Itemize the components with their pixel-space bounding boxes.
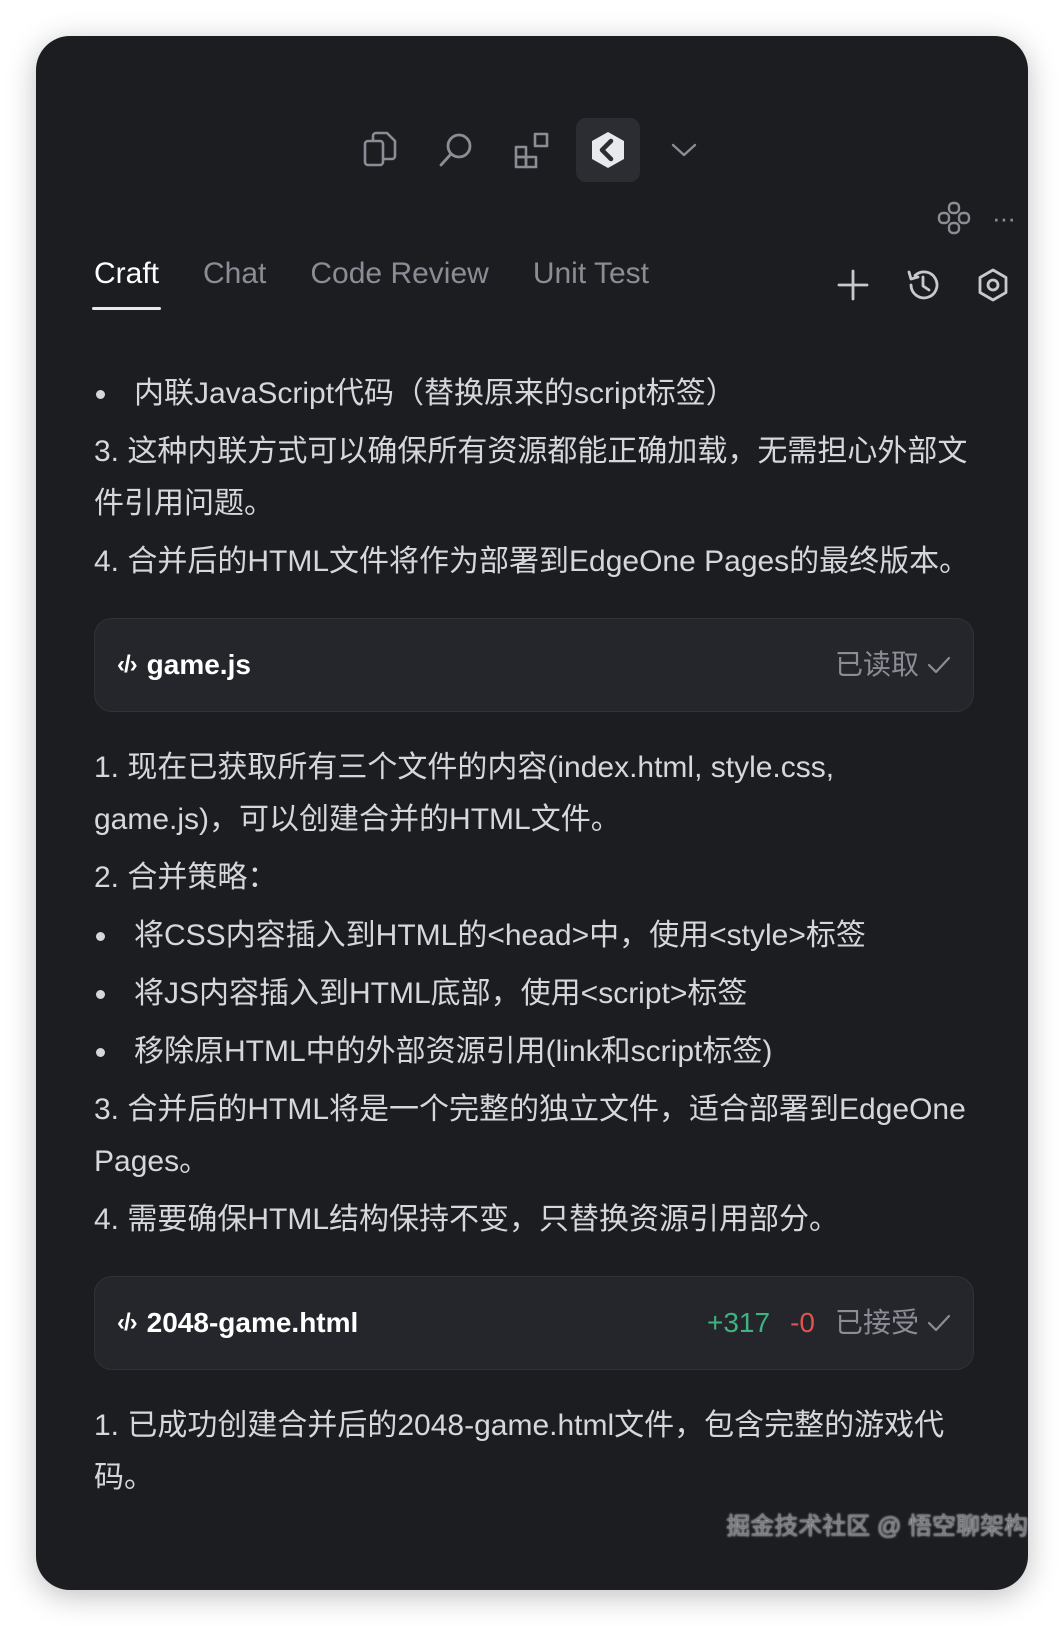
check-icon <box>927 656 951 674</box>
extensions-button[interactable] <box>500 118 564 182</box>
more-options-icon[interactable]: ··· <box>992 203 1016 234</box>
list-item: 内联JavaScript代码（替换原来的script标签） <box>94 368 974 420</box>
list-item: 将JS内容插入到HTML底部，使用<script>标签 <box>94 968 974 1020</box>
new-chat-button[interactable] <box>818 260 888 310</box>
file-card-game-js[interactable]: ‹/› game.js 已读取 <box>94 618 974 712</box>
file-status: 已接受 <box>835 1297 951 1349</box>
extensions-icon <box>514 132 549 169</box>
search-icon <box>439 133 472 167</box>
chevron-down-icon <box>671 143 697 157</box>
paragraph: 3. 合并后的HTML将是一个完整的独立文件，适合部署到EdgeOne Page… <box>94 1093 966 1178</box>
paragraph: 2. 合并策略： <box>94 861 278 894</box>
top-toolbar <box>36 118 1028 182</box>
paragraph: 1. 现在已获取所有三个文件的内容(index.html, style.css,… <box>94 751 835 836</box>
search-button[interactable] <box>424 118 488 182</box>
bullet-dot <box>94 1026 134 1078</box>
deletions-count: -0 <box>790 1307 815 1338</box>
codebuddy-logo-icon <box>592 132 624 168</box>
copy-icon <box>363 131 397 167</box>
bullet-dot <box>94 910 134 962</box>
paragraph: 4. 合并后的HTML文件将作为部署到EdgeOne Pages的最终版本。 <box>94 545 970 578</box>
chat-panel: ··· Craft Chat Code Review Unit Test 内联J… <box>36 36 1028 1590</box>
list-item-text: 移除原HTML中的外部资源引用(link和script标签) <box>134 1035 773 1068</box>
codebuddy-button[interactable] <box>576 118 640 182</box>
file-card-2048-game-html[interactable]: ‹/› 2048-game.html +317 -0 已接受 <box>94 1276 974 1370</box>
list-item-text: 将JS内容插入到HTML底部，使用<script>标签 <box>134 977 748 1010</box>
tab-craft[interactable]: Craft <box>91 254 162 310</box>
tab-chat[interactable]: Chat <box>203 254 266 306</box>
history-icon <box>907 270 939 300</box>
plus-icon <box>837 269 869 301</box>
message-content: 内联JavaScript代码（替换原来的script标签） 3. 这种内联方式可… <box>94 368 974 1510</box>
settings-icon <box>978 268 1008 302</box>
bullet-dot <box>94 368 134 420</box>
status-label: 已读取 <box>834 649 919 680</box>
additions-count: +317 <box>707 1307 771 1338</box>
move-handle-icon[interactable] <box>936 200 972 236</box>
paragraph: 4. 需要确保HTML结构保持不变，只替换资源引用部分。 <box>94 1203 840 1236</box>
watermark: 掘金技术社区 @ 悟空聊架构 <box>726 1513 1028 1540</box>
paragraph: 3. 这种内联方式可以确保所有资源都能正确加载，无需担心外部文件引用问题。 <box>94 435 968 520</box>
file-status: 已读取 <box>835 639 951 691</box>
settings-button[interactable] <box>958 260 1028 310</box>
file-name: 2048-game.html <box>146 1307 359 1338</box>
status-label: 已接受 <box>834 1307 919 1338</box>
top-right-actions: ··· <box>936 198 1028 238</box>
tab-code-review[interactable]: Code Review <box>310 254 488 306</box>
list-item-text: 内联JavaScript代码（替换原来的script标签） <box>134 377 736 410</box>
list-item: 移除原HTML中的外部资源引用(link和script标签) <box>94 1026 974 1078</box>
copy-button[interactable] <box>348 118 412 182</box>
list-item: 将CSS内容插入到HTML的<head>中，使用<style>标签 <box>94 910 974 962</box>
check-icon <box>927 1314 951 1332</box>
bullet-dot <box>94 968 134 1020</box>
tab-unit-test[interactable]: Unit Test <box>533 254 649 306</box>
code-file-icon: ‹/› <box>117 1309 138 1336</box>
list-item-text: 将CSS内容插入到HTML的<head>中，使用<style>标签 <box>134 919 866 952</box>
toolbar-dropdown-button[interactable] <box>652 118 716 182</box>
paragraph: 1. 已成功创建合并后的2048-game.html文件，包含完整的游戏代码。 <box>94 1409 945 1494</box>
file-name: game.js <box>146 649 251 680</box>
code-file-icon: ‹/› <box>117 651 138 678</box>
mode-tabs: Craft Chat Code Review Unit Test <box>91 254 693 326</box>
tab-actions <box>818 260 1028 310</box>
history-button[interactable] <box>888 260 958 310</box>
